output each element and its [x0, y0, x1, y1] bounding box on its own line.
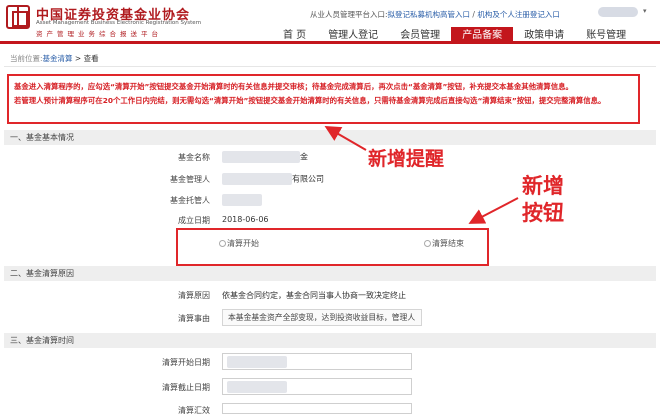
liquidation-reason-label: 清算原因 — [178, 291, 210, 300]
fund-name-label: 基金名称 — [178, 153, 210, 162]
association-logo-icon[interactable] — [6, 5, 30, 29]
breadcrumb-prefix: 当前位置: — [10, 54, 43, 63]
liquidation-notice: 基金进入清算程序的，应勾选“清算开始”按钮提交基金开始清算时的有关信息并提交审核… — [7, 74, 640, 124]
platform-name: 资产管理业务综合报送平台 — [36, 30, 162, 38]
fund-custodian-value — [222, 194, 262, 206]
top-links-prefix: 从业人员管理平台入口: — [310, 10, 388, 19]
redacted-text — [227, 381, 287, 393]
arrow-to-buttons-icon — [468, 197, 519, 224]
breadcrumb: 当前位置:基金清算 > 查看 — [10, 53, 99, 64]
section-time-header: 三、基金清算时间 — [4, 333, 656, 348]
liquidation-third-label: 清算汇效 — [178, 406, 210, 414]
callout-new-reminder: 新增提醒 — [368, 148, 445, 170]
callout-new-button-line1: 新增 — [522, 174, 564, 198]
liquidation-reason-value: 依基金合同约定，基金合同当事人协商一致决定终止 — [222, 291, 406, 300]
liquidation-start-date-label: 清算开始日期 — [162, 358, 210, 367]
setup-date-value: 2018-06-06 — [222, 215, 269, 224]
nav-account[interactable]: 账号管理 — [575, 27, 637, 44]
redacted-text — [222, 194, 262, 206]
fund-name-suffix: 金 — [300, 152, 308, 162]
section-reason-header: 二、基金清算原因 — [4, 266, 656, 281]
fund-manager-label: 基金管理人 — [170, 175, 210, 184]
fund-custodian-label: 基金托管人 — [170, 196, 210, 205]
fund-name-value: 金 — [222, 151, 308, 163]
annotation-highlight-box — [176, 228, 489, 266]
breadcrumb-fund-liquidation[interactable]: 基金清算 — [43, 54, 73, 63]
setup-date-label: 成立日期 — [178, 216, 210, 225]
user-account-menu[interactable] — [598, 7, 638, 17]
exec-entry-link[interactable]: 拟登记私募机构高管入口 — [388, 10, 471, 19]
notice-line-2: 若管理人预计清算程序可在20个工作日内完结，则无需勾选“清算开始”按钮提交基金开… — [14, 96, 606, 105]
site-header: 中国证券投资基金业协会 Asset Management Business El… — [0, 0, 660, 44]
nav-manager-registration[interactable]: 管理人登记 — [317, 27, 389, 44]
nav-membership[interactable]: 会员管理 — [389, 27, 451, 44]
section-basic-info-header: 一、基金基本情况 — [4, 130, 656, 145]
liquidation-start-date-input[interactable] — [222, 353, 412, 370]
liquidation-cause-field[interactable]: 本基金基金资产全部变现，达到投资收益目标，管理人 — [222, 309, 422, 326]
liquidation-cause-label: 清算事由 — [178, 314, 210, 323]
breadcrumb-current: 查看 — [83, 54, 99, 63]
liquidation-end-date-input[interactable] — [222, 378, 412, 395]
liquidation-third-input[interactable] — [222, 403, 412, 414]
breadcrumb-separator: > — [72, 54, 84, 63]
redacted-text — [222, 173, 292, 185]
redacted-text — [222, 151, 300, 163]
redacted-text — [227, 356, 287, 368]
nav-product-filing[interactable]: 产品备案 — [451, 27, 514, 44]
chevron-down-icon[interactable]: ▾ — [643, 7, 647, 15]
fund-manager-value: 有限公司 — [222, 173, 324, 185]
nav-home[interactable]: 首 页 — [272, 27, 317, 44]
main-nav: 首 页 管理人登记 会员管理 产品备案 政策申请 账号管理 — [272, 27, 637, 44]
callout-new-button-line2: 按钮 — [522, 201, 564, 225]
top-links: 从业人员管理平台入口:拟登记私募机构高管入口 / 机构及个人注册登记入口 — [310, 9, 560, 20]
liquidation-end-date-label: 清算截止日期 — [162, 383, 210, 392]
registration-entry-link[interactable]: 机构及个人注册登记入口 — [477, 10, 560, 19]
divider — [4, 66, 656, 67]
org-name-en: Asset Management Business Electronic Reg… — [36, 20, 202, 26]
fund-manager-suffix: 有限公司 — [292, 174, 324, 184]
notice-line-1: 基金进入清算程序的，应勾选“清算开始”按钮提交基金开始清算时的有关信息并提交审核… — [14, 82, 573, 91]
nav-policy-application[interactable]: 政策申请 — [513, 27, 575, 44]
